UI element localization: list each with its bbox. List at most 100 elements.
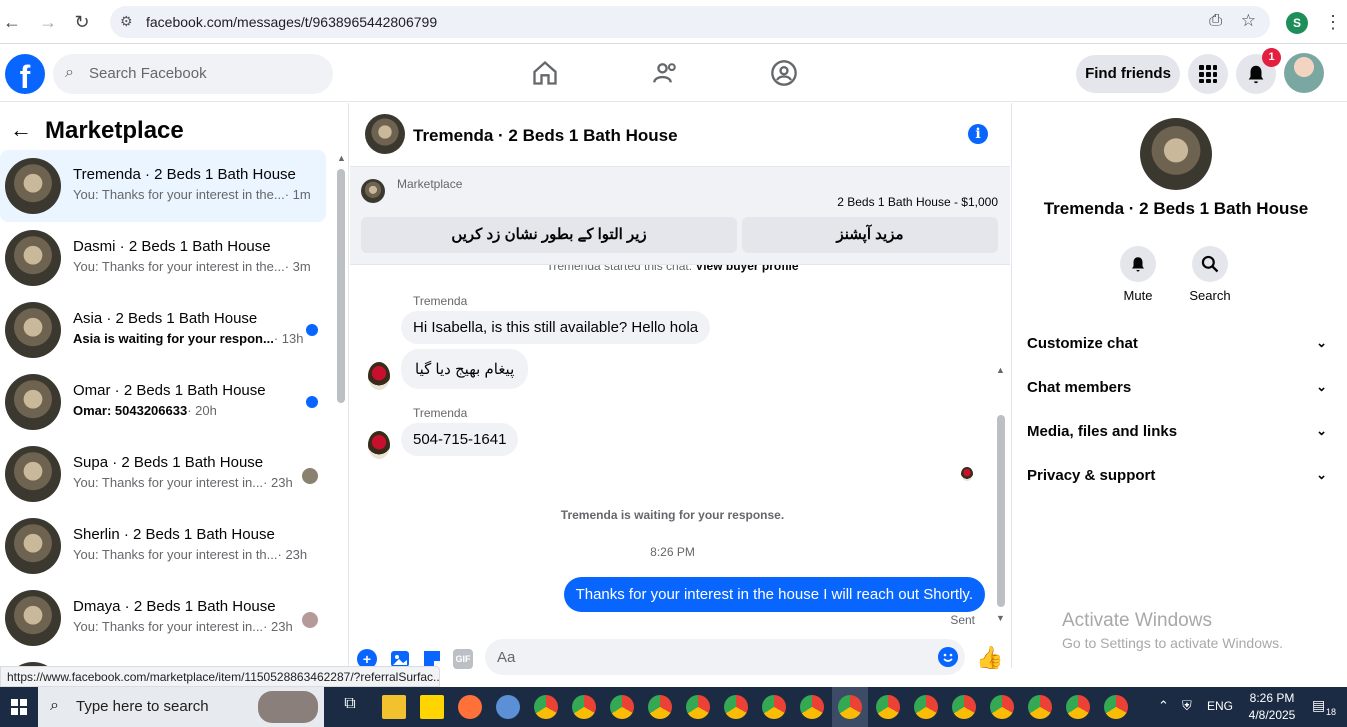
emoji-icon[interactable] [938,647,958,667]
facebook-logo[interactable]: f [5,54,45,95]
url-text[interactable]: facebook.com/messages/t/9638965442806799 [146,14,437,30]
find-friends-button[interactable]: Find friends [1076,55,1180,93]
chrome-profile-icon[interactable] [914,695,938,719]
scroll-up-arrow-icon[interactable]: ▲ [337,153,346,163]
listing-thumbnail [5,374,61,430]
forward-arrow-icon[interactable]: → [36,10,60,34]
more-options-button[interactable]: مزید آپشنز [742,217,998,253]
chat-members-row[interactable]: Chat members ⌄ [1027,379,1327,415]
mute-button[interactable] [1120,246,1156,282]
language-indicator[interactable]: ENG [1207,699,1233,713]
chrome-profile-icon[interactable] [572,695,596,719]
account-avatar[interactable] [1284,53,1324,93]
customize-chat-row[interactable]: Customize chat ⌄ [1027,335,1327,371]
sender-avatar[interactable] [368,431,390,459]
notification-center-icon[interactable]: ▤ [1312,697,1325,714]
notification-badge: 1 [1262,48,1281,67]
contact-avatar[interactable] [1140,118,1212,190]
chrome-icon[interactable] [534,695,558,719]
browser-toolbar: ← → ↻ ⚙ facebook.com/messages/t/96389654… [0,0,1347,44]
chrome-profile-icon[interactable] [990,695,1014,719]
taskbar-clock[interactable]: 8:26 PM 4/8/2025 [1240,690,1304,724]
menu-grid-button[interactable] [1188,54,1228,94]
file-explorer-icon[interactable] [382,695,406,719]
chat-avatar[interactable] [365,114,405,154]
listing-avatar [361,179,385,203]
chrome-profile-icon[interactable] [1028,695,1052,719]
app-icon[interactable] [496,695,520,719]
groups-icon[interactable] [770,59,798,87]
outgoing-message[interactable]: Thanks for your interest in the house I … [563,577,985,612]
conversation-scrollbar[interactable] [337,169,345,403]
facebook-search[interactable]: ⌕ Search Facebook [53,54,333,94]
media-files-links-row[interactable]: Media, files and links ⌄ [1027,423,1327,459]
incoming-message[interactable]: 504-715-1641 [401,423,519,456]
conversation-item[interactable]: Omar · 2 Beds 1 Bath House Omar: 5043206… [0,366,326,438]
site-settings-icon[interactable]: ⚙ [120,13,133,30]
mark-pending-button[interactable]: زیر التوا کے بطور نشان زد کریں [361,217,737,253]
chrome-profile-icon[interactable] [724,695,748,719]
task-view-icon[interactable]: ⧉ [338,695,362,719]
conversation-name: Omar · 2 Beds 1 Bath House [73,382,266,399]
conversation-name: Dasmi · 2 Beds 1 Bath House [73,238,271,255]
search-label: Search [1189,288,1231,303]
reload-icon[interactable]: ↻ [70,10,94,34]
chrome-profile-icon[interactable] [686,695,710,719]
home-icon[interactable] [531,59,559,87]
friends-icon[interactable] [652,59,680,87]
conversation-name: Dmaya · 2 Beds 1 Bath House [73,598,276,615]
info-icon[interactable]: i [968,124,988,144]
chrome-profile-icon[interactable] [876,695,900,719]
conversation-item[interactable]: Asia · 2 Beds 1 Bath House Asia is waiti… [0,294,326,366]
seen-avatar [302,612,318,628]
scroll-down-arrow-icon[interactable]: ▼ [996,613,1005,623]
conversation-item[interactable]: Dasmi · 2 Beds 1 Bath House You: Thanks … [0,222,326,294]
browser-menu-icon[interactable]: ⋮ [1321,10,1345,34]
thumbs-up-icon[interactable]: 👍 [976,645,1003,671]
message-input[interactable] [485,639,965,675]
windows-start-icon[interactable] [0,687,38,727]
conversation-preview: You: Thanks for your interest in th...· … [73,547,308,562]
bookmark-star-icon[interactable]: ☆ [1241,11,1256,31]
security-shield-icon[interactable]: ⛨ [1182,698,1192,714]
seen-avatar [302,468,318,484]
taskbar-search[interactable]: ⌕ Type here to search [38,687,324,727]
chrome-profile-icon[interactable] [1066,695,1090,719]
chrome-profile-icon[interactable] [800,695,824,719]
chrome-profile-icon[interactable] [952,695,976,719]
back-arrow-icon[interactable]: ← [10,117,32,143]
search-button[interactable] [1192,246,1228,282]
conversation-item[interactable]: Tremenda · 2 Beds 1 Bath House You: Than… [0,150,326,222]
address-bar[interactable]: ⚙ facebook.com/messages/t/96389654428067… [110,6,1270,38]
sticky-notes-icon[interactable] [420,695,444,719]
chrome-profile-icon[interactable] [610,695,634,719]
incoming-message[interactable]: Hi Isabella, is this still available? He… [401,311,711,344]
firefox-icon[interactable] [458,695,482,719]
banner-label: Marketplace [397,177,463,191]
chrome-profile-icon[interactable] [762,695,786,719]
scroll-up-arrow-icon[interactable]: ▲ [996,365,1005,375]
notification-center-count: 18 [1326,707,1337,717]
conversation-item[interactable]: Dmaya · 2 Beds 1 Bath House You: Thanks … [0,582,326,654]
conversation-item[interactable]: Supa · 2 Beds 1 Bath House You: Thanks f… [0,438,326,510]
privacy-support-row[interactable]: Privacy & support ⌄ [1027,467,1327,503]
listing-title-price[interactable]: 2 Beds 1 Bath House - $1,000 [837,195,998,209]
chrome-profile-icon[interactable] [838,695,862,719]
tray-chevron-up-icon[interactable]: ⌃ [1158,698,1169,714]
chat-title[interactable]: Tremenda · 2 Beds 1 Bath House [413,126,678,146]
back-arrow-icon[interactable]: ← [0,10,24,34]
gif-icon[interactable]: GIF [453,649,473,669]
sender-avatar[interactable] [368,362,390,390]
incoming-message[interactable]: پیغام بھیج دیا گیا [401,349,529,389]
activate-windows-watermark: Activate Windows Go to Settings to activ… [1062,610,1283,651]
message-scrollbar[interactable] [997,415,1005,607]
view-buyer-profile-link[interactable]: View buyer profile [695,265,798,273]
conversation-preview: You: Thanks for your interest in the...·… [73,187,311,202]
chrome-profile-icon[interactable] [1104,695,1128,719]
conversation-item[interactable]: Sherlin · 2 Beds 1 Bath House You: Thank… [0,510,326,582]
install-app-icon[interactable]: ⎙ [1209,12,1222,30]
conversation-preview: Asia is waiting for your respon...· 13h [73,331,304,346]
browser-profile-avatar[interactable]: S [1286,12,1308,34]
message-sender: Tremenda [413,294,468,308]
chrome-profile-icon[interactable] [648,695,672,719]
